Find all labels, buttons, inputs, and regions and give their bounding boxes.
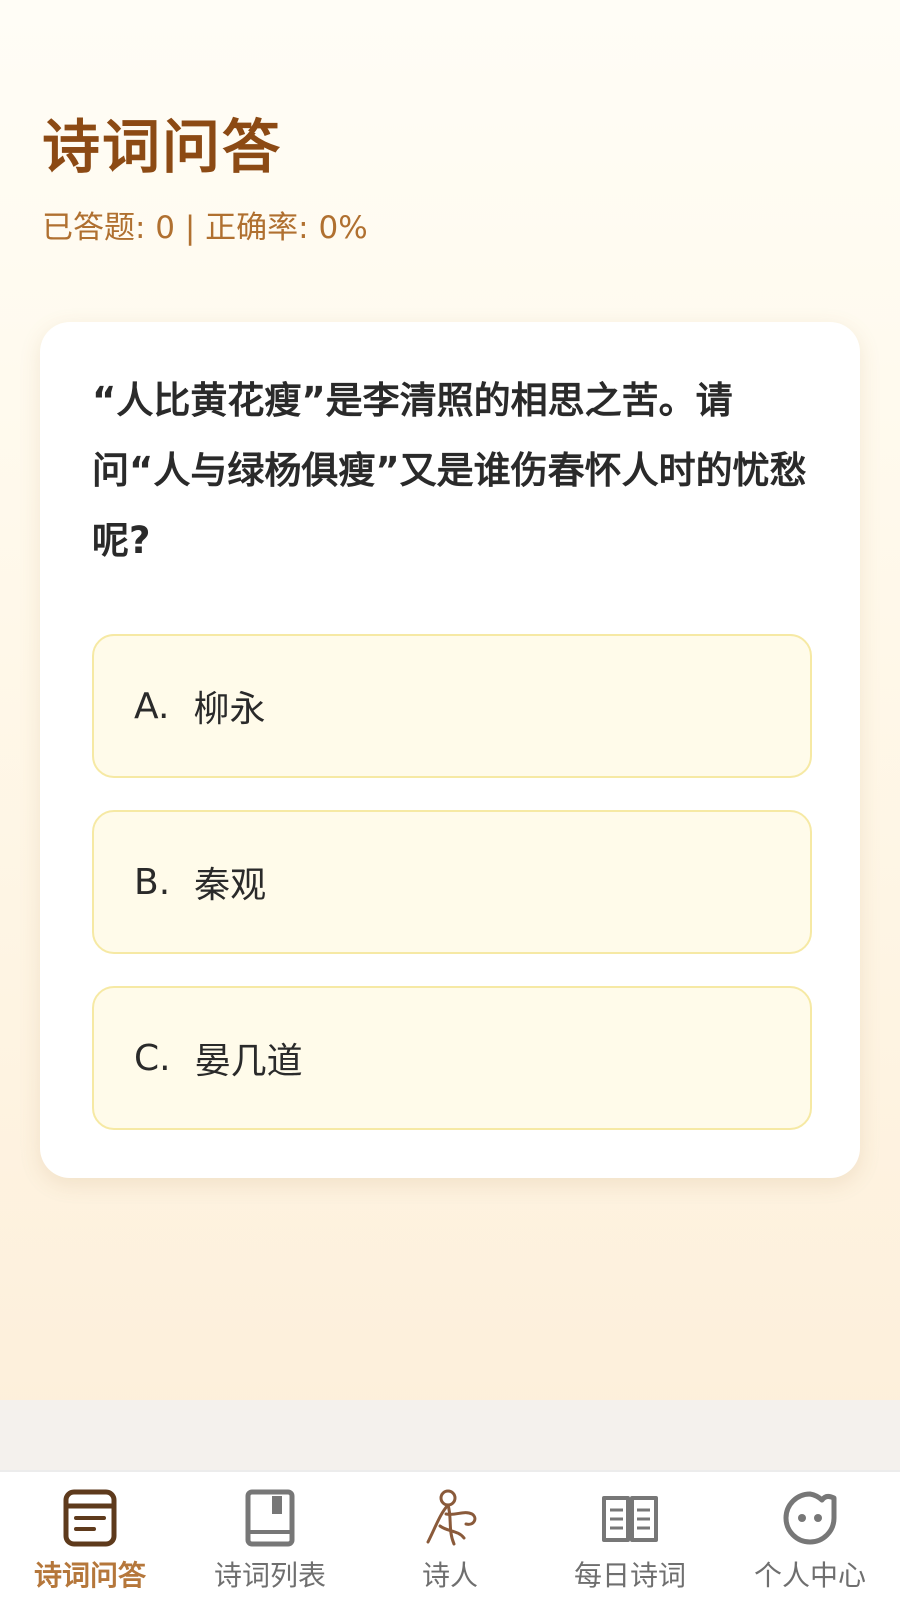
- option-c-button[interactable]: C. 晏几道: [92, 986, 812, 1130]
- tab-label: 每日诗词: [573, 1559, 686, 1592]
- option-letter: C.: [134, 1037, 171, 1079]
- open-book-icon: [602, 1496, 658, 1542]
- tab-poem-list[interactable]: 诗词列表: [180, 1472, 360, 1600]
- tab-label: 个人中心: [753, 1559, 866, 1592]
- poet-icon: [426, 1489, 477, 1546]
- page-title: 诗词问答: [42, 113, 283, 181]
- option-letter: A.: [134, 685, 170, 727]
- question-card: “人比黄花瘦”是李清照的相思之苦。请问“人与绿杨俱瘦”又是谁伤春怀人时的忧愁呢?…: [40, 322, 860, 1178]
- profile-face-icon: [783, 1491, 837, 1545]
- question-text: “人比黄花瘦”是李清照的相思之苦。请问“人与绿杨俱瘦”又是谁伤春怀人时的忧愁呢?: [92, 379, 807, 562]
- tab-label: 诗词问答: [33, 1559, 146, 1592]
- quiz-stats: 已答题: 0 | 正确率: 0%: [42, 210, 368, 246]
- bottom-tab-bar: 诗词问答 诗词列表 诗人 每日诗词 个人中心: [0, 1470, 900, 1600]
- tab-label: 诗词列表: [213, 1559, 326, 1592]
- option-a-button[interactable]: A. 柳永: [92, 634, 812, 778]
- tab-label: 诗人: [421, 1559, 478, 1592]
- tabbar-divider-area: [0, 1400, 900, 1470]
- option-letter: B.: [134, 861, 171, 903]
- tab-poets[interactable]: 诗人: [360, 1472, 540, 1600]
- page-header: 诗词问答 已答题: 0 | 正确率: 0%: [42, 112, 368, 248]
- tab-profile[interactable]: 个人中心: [720, 1472, 900, 1600]
- option-text: 柳永: [193, 689, 266, 730]
- quiz-icon: [63, 1489, 117, 1547]
- option-text: 秦观: [194, 865, 267, 906]
- tab-quiz[interactable]: 诗词问答: [0, 1472, 180, 1600]
- book-icon: [245, 1489, 295, 1547]
- option-b-button[interactable]: B. 秦观: [92, 810, 812, 954]
- option-text: 晏几道: [194, 1041, 303, 1082]
- tab-daily-poem[interactable]: 每日诗词: [540, 1472, 720, 1600]
